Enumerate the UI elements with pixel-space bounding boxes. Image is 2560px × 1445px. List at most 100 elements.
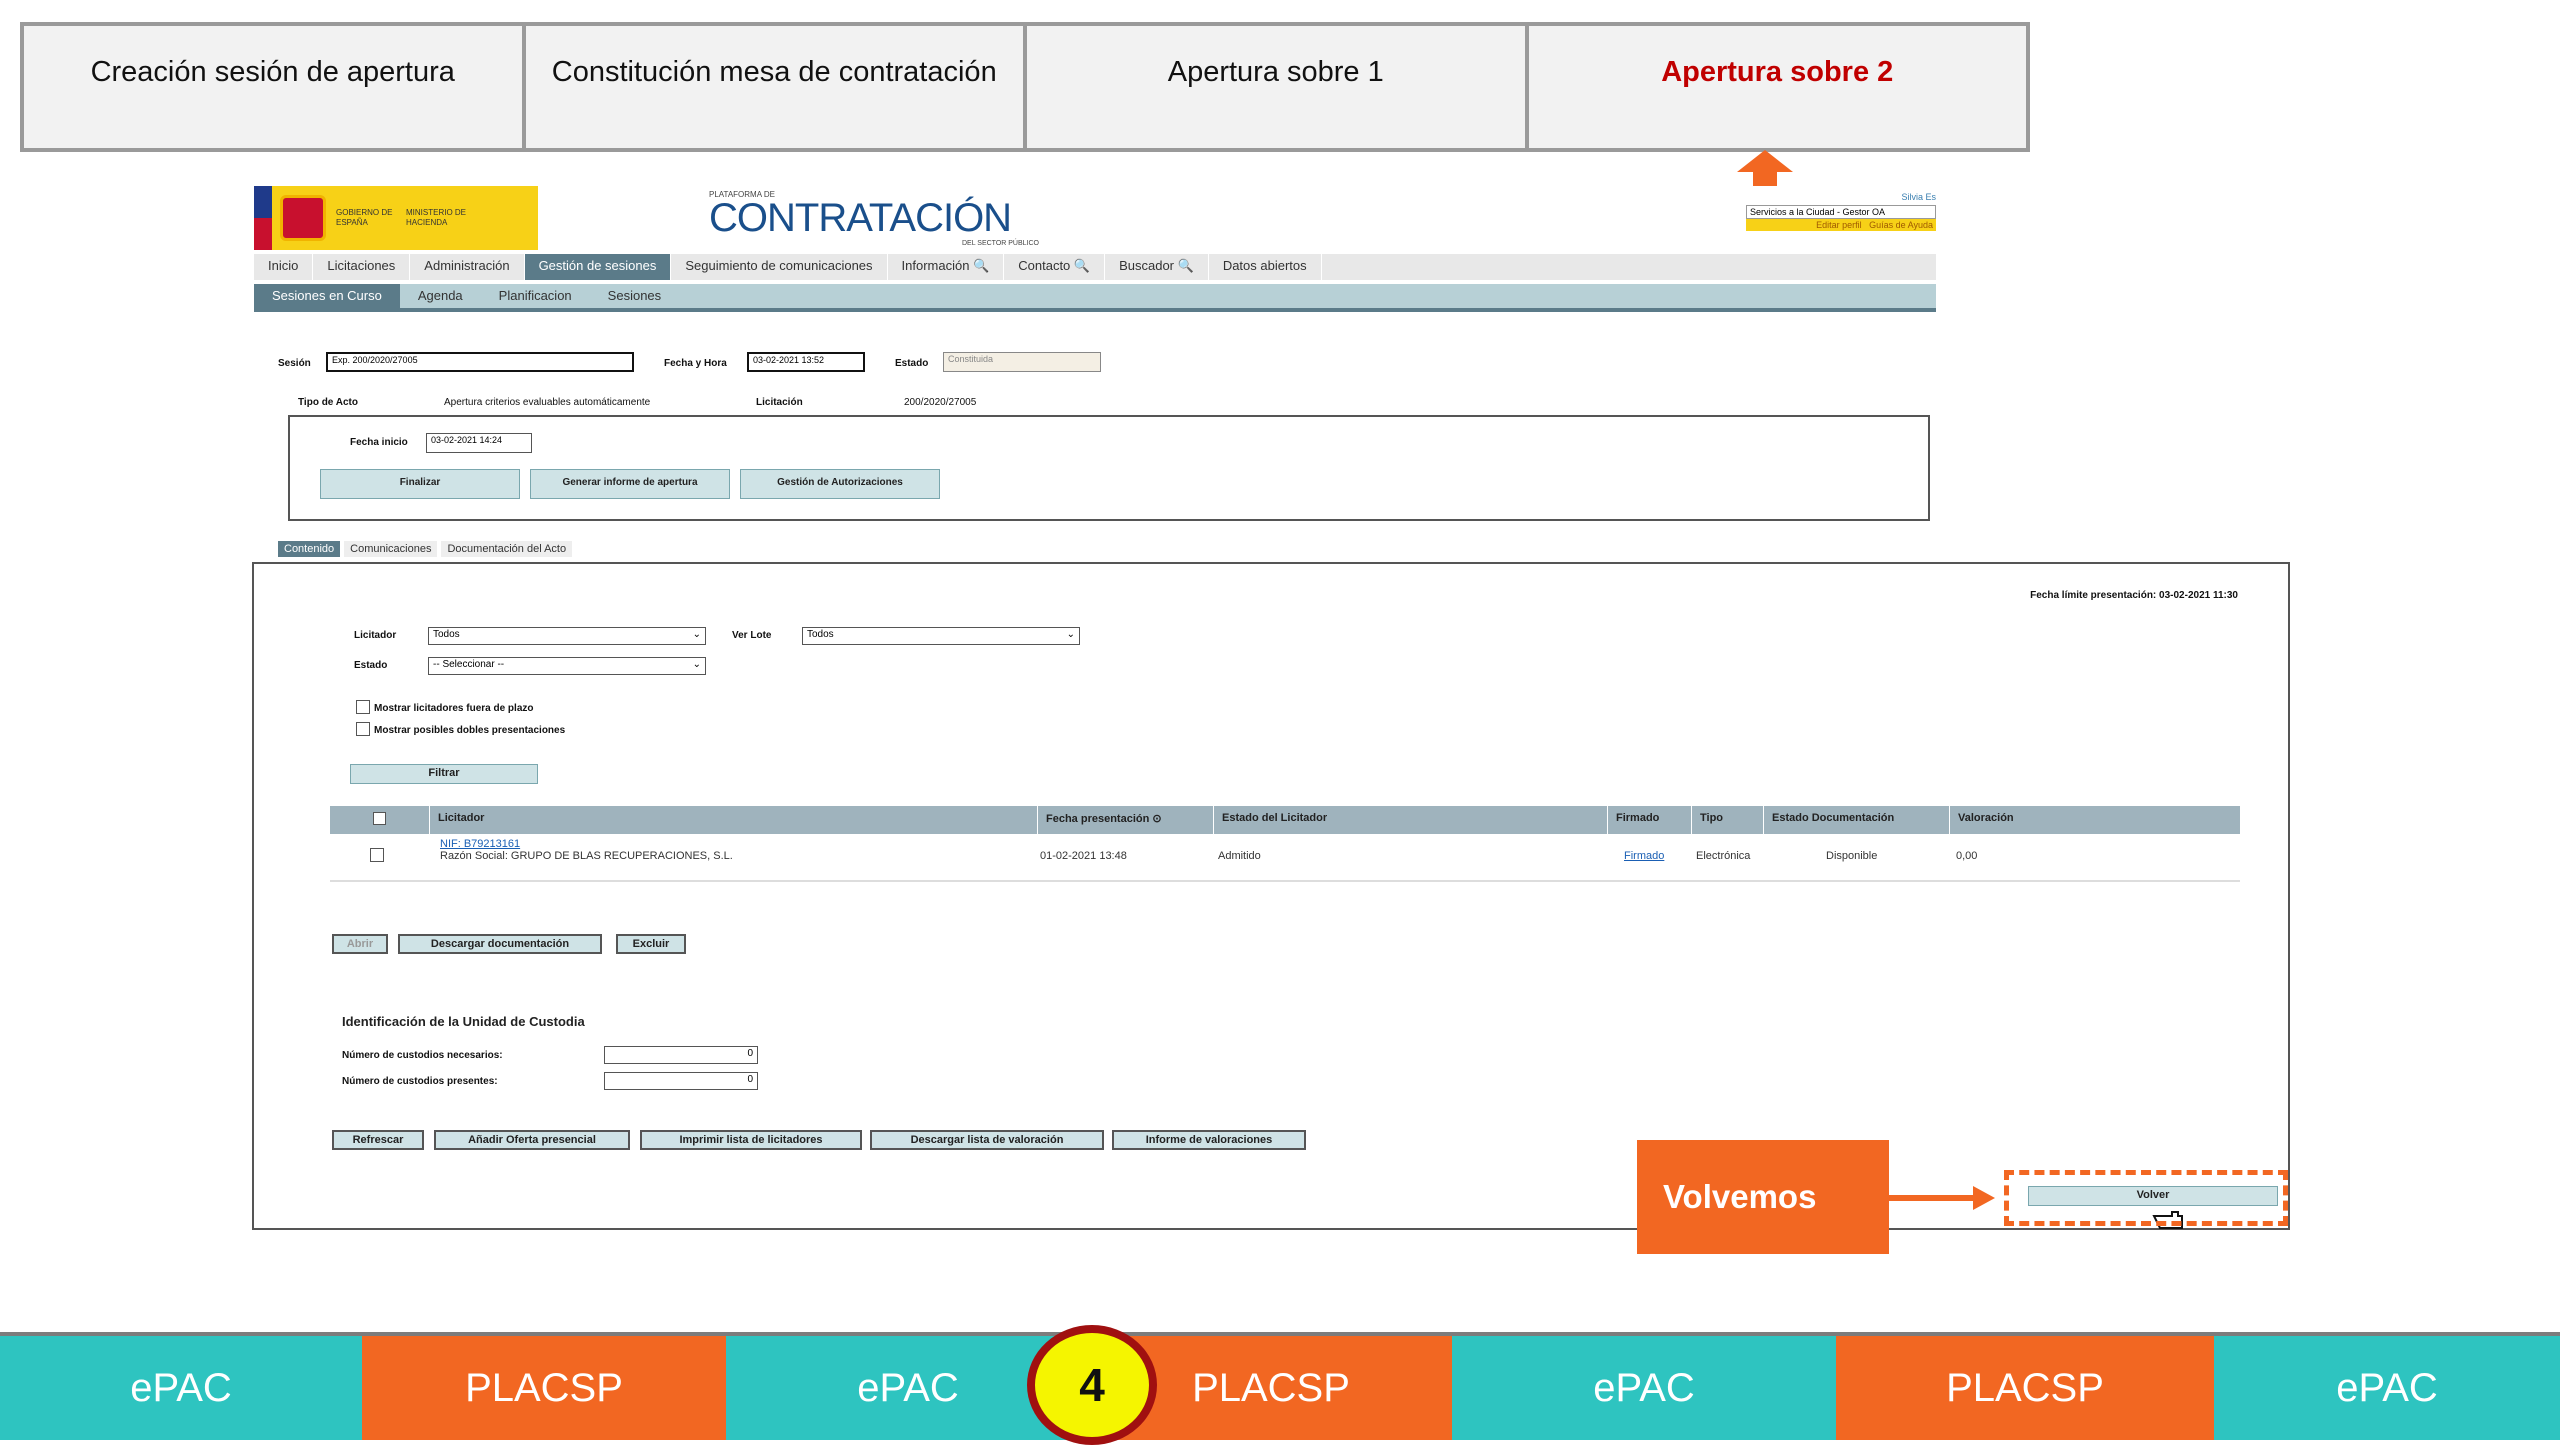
col-licitador[interactable]: Licitador: [430, 806, 1038, 834]
fuera-plazo-checkbox[interactable]: [356, 700, 370, 714]
subnav-sesiones[interactable]: Sesiones: [590, 284, 679, 308]
sesion-label: Sesión: [278, 358, 311, 369]
bottom-epac-1: ePAC: [0, 1332, 362, 1440]
finalizar-button[interactable]: Finalizar: [320, 469, 520, 499]
user-role: Servicios a la Ciudad - Gestor OA: [1746, 205, 1936, 219]
user-box: Silvia Es Servicios a la Ciudad - Gestor…: [1746, 192, 1936, 231]
highlight-dashed-box: [2004, 1170, 2288, 1226]
edit-profile-link[interactable]: Editar perfil: [1816, 220, 1862, 230]
custodios-pres-input[interactable]: 0: [604, 1072, 758, 1090]
generar-informe-button[interactable]: Generar informe de apertura: [530, 469, 730, 499]
nav-administracion[interactable]: Administración: [410, 254, 525, 280]
licitacion-label: Licitación: [756, 397, 803, 408]
content-tabs: Contenido Comunicaciones Documentación d…: [278, 541, 576, 557]
nav-contacto[interactable]: Contacto 🔍: [1004, 254, 1106, 280]
dobles-checkbox[interactable]: [356, 722, 370, 736]
table-row: NIF: B79213161 Razón Social: GRUPO DE BL…: [330, 836, 2240, 882]
abrir-button[interactable]: Abrir: [332, 934, 388, 954]
refrescar-button[interactable]: Refrescar: [332, 1130, 424, 1150]
col-estado-licitador: Estado del Licitador: [1214, 806, 1608, 834]
nav-buscador[interactable]: Buscador 🔍: [1105, 254, 1209, 280]
custodios-nec-label: Número de custodios necesarios:: [342, 1050, 503, 1061]
subnav-planificacion[interactable]: Planificacion: [481, 284, 590, 308]
filtrar-button[interactable]: Filtrar: [350, 764, 538, 784]
content-panel: Fecha límite presentación: 03-02-2021 11…: [252, 562, 2290, 1230]
tab-contenido[interactable]: Contenido: [278, 541, 341, 557]
help-guides-link[interactable]: Guías de Ayuda: [1869, 220, 1933, 230]
estado-filter-label: Estado: [354, 660, 388, 671]
estado-label: Estado: [895, 358, 929, 369]
bottom-placsp-3: PLACSP: [1836, 1332, 2214, 1440]
gestion-autorizaciones-button[interactable]: Gestión de Autorizaciones: [740, 469, 940, 499]
nav-licitaciones[interactable]: Licitaciones: [313, 254, 411, 280]
flag-icon: [254, 186, 272, 250]
descargar-documentacion-button[interactable]: Descargar documentación: [398, 934, 602, 954]
imprimir-lista-button[interactable]: Imprimir lista de licitadores: [640, 1130, 862, 1150]
brand-sub: DEL SECTOR PÚBLICO: [961, 240, 1039, 247]
fecha-label: Fecha y Hora: [664, 358, 727, 369]
fuera-plazo-label: Mostrar licitadores fuera de plazo: [374, 703, 534, 714]
user-name[interactable]: Silvia Es: [1746, 192, 1936, 202]
tab-comunicaciones[interactable]: Comunicaciones: [344, 541, 438, 557]
fecha-field: 03-02-2021 13:52: [747, 352, 865, 372]
platform-logo: PLATAFORMA DE CONTRATACIÓN DEL SECTOR PÚ…: [709, 186, 1039, 252]
gov-text: GOBIERNO DE ESPAÑA: [336, 208, 393, 227]
inicio-field: 03-02-2021 14:24: [426, 433, 532, 453]
step-2: Constitución mesa de contratación: [526, 26, 1027, 148]
subnav-sesiones-curso[interactable]: Sesiones en Curso: [254, 284, 400, 308]
razon-social: Razón Social: GRUPO DE BLAS RECUPERACION…: [440, 850, 733, 862]
main-nav: Inicio Licitaciones Administración Gesti…: [254, 254, 1936, 280]
licitador-select-value: Todos: [433, 629, 460, 640]
licitador-select[interactable]: Todos ⌄: [428, 627, 706, 645]
subnav-agenda[interactable]: Agenda: [400, 284, 481, 308]
bottom-epac-3: ePAC: [1452, 1332, 1836, 1440]
sesion-field: Exp. 200/2020/27005: [326, 352, 634, 372]
table-header: Licitador Fecha presentación ⊙ Estado de…: [330, 806, 2240, 834]
arrow-up-icon: [1737, 150, 1793, 186]
col-firmado: Firmado: [1608, 806, 1692, 834]
col-tipo: Tipo: [1692, 806, 1764, 834]
nav-seguimiento[interactable]: Seguimiento de comunicaciones: [671, 254, 888, 280]
col-estado-doc: Estado Documentación: [1764, 806, 1950, 834]
select-all-checkbox[interactable]: [373, 812, 386, 825]
anadir-oferta-button[interactable]: Añadir Oferta presencial: [434, 1130, 630, 1150]
firmado-link[interactable]: Firmado: [1624, 850, 1664, 862]
descargar-valoracion-button[interactable]: Descargar lista de valoración: [870, 1130, 1104, 1150]
tipo-value: Apertura criterios evaluables automática…: [444, 397, 651, 408]
tipo-label: Tipo de Acto: [298, 397, 358, 408]
estado-select[interactable]: -- Seleccionar -- ⌄: [428, 657, 706, 675]
ministry-text: MINISTERIO DE HACIENDA: [406, 208, 467, 227]
chevron-down-icon: ⌄: [1066, 629, 1075, 640]
deadline-text: Fecha límite presentación: 03-02-2021 11…: [2030, 590, 2238, 601]
step-bar: Creación sesión de apertura Constitución…: [20, 22, 2030, 152]
estado-select-value: -- Seleccionar --: [433, 659, 505, 670]
estado-doc: Disponible: [1826, 850, 1878, 862]
valoracion: 0,00: [1956, 850, 1978, 862]
volvemos-callout: Volvemos: [1637, 1140, 1889, 1254]
custodia-title: Identificación de la Unidad de Custodia: [342, 1014, 585, 1029]
chevron-down-icon: ⌄: [692, 659, 701, 670]
lote-select[interactable]: Todos ⌄: [802, 627, 1080, 645]
dobles-label: Mostrar posibles dobles presentaciones: [374, 725, 566, 736]
nav-datos-abiertos[interactable]: Datos abiertos: [1209, 254, 1322, 280]
fecha-presentacion: 01-02-2021 13:48: [1040, 850, 1127, 862]
licitacion-value: 200/2020/27005: [904, 397, 977, 408]
nif-link[interactable]: NIF: B79213161: [440, 838, 520, 850]
nav-inicio[interactable]: Inicio: [254, 254, 314, 280]
step-number-badge: 4: [1027, 1325, 1157, 1445]
tab-documentacion[interactable]: Documentación del Acto: [441, 541, 573, 557]
col-valoracion: Valoración: [1958, 812, 2014, 824]
excluir-button[interactable]: Excluir: [616, 934, 686, 954]
col-fecha[interactable]: Fecha presentación ⊙: [1038, 806, 1214, 834]
bottom-epac-4: ePAC: [2214, 1332, 2560, 1440]
nav-informacion[interactable]: Información 🔍: [888, 254, 1005, 280]
bottom-banner: ePAC PLACSP ePAC PLACSP ePAC PLACSP ePAC: [0, 1332, 2560, 1440]
custodios-nec-input[interactable]: 0: [604, 1046, 758, 1064]
custodios-pres-label: Número de custodios presentes:: [342, 1076, 498, 1087]
row-checkbox[interactable]: [370, 848, 384, 862]
informe-valoraciones-button[interactable]: Informe de valoraciones: [1112, 1130, 1306, 1150]
bottom-placsp-1: PLACSP: [362, 1332, 726, 1440]
lote-label: Ver Lote: [732, 630, 772, 641]
licitador-label: Licitador: [354, 630, 397, 641]
nav-gestion-sesiones[interactable]: Gestión de sesiones: [524, 254, 672, 280]
